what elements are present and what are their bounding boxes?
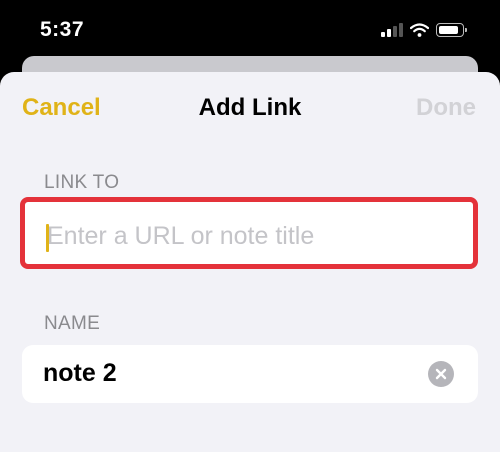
name-field[interactable]: note 2 [22,345,478,403]
signal-icon [381,23,403,37]
status-bar: 5:37 [0,0,500,62]
nav-bar: Cancel Add Link Done [0,72,500,144]
add-link-sheet: Cancel Add Link Done LINK TO NAME note 2 [0,72,500,452]
link-to-field[interactable] [20,197,478,269]
clear-icon[interactable] [428,361,454,387]
link-url-input[interactable] [47,216,457,256]
status-icons [381,22,467,38]
done-button[interactable]: Done [416,94,476,122]
link-to-label: LINK TO [44,172,120,193]
battery-icon [436,23,467,37]
name-label: NAME [44,313,101,334]
status-time: 5:37 [40,18,85,41]
wifi-icon [410,23,429,37]
name-value[interactable]: note 2 [43,359,117,388]
